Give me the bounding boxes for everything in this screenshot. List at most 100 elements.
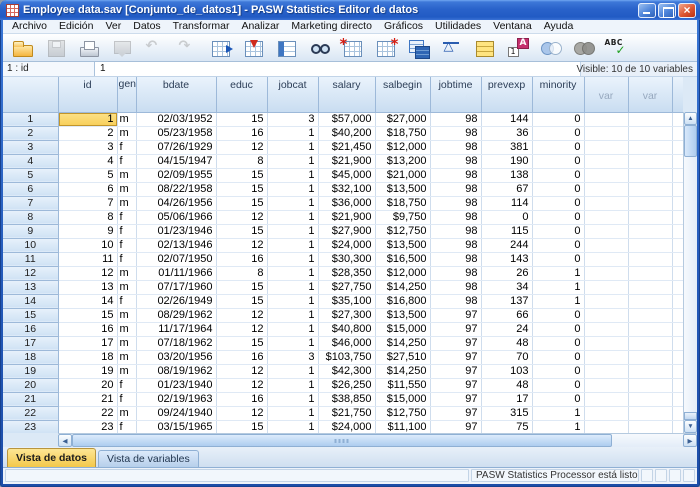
cell-jobcat-15[interactable]: 1 <box>267 308 318 322</box>
column-header-educ[interactable]: educ <box>216 77 267 112</box>
cell-minority-11[interactable]: 0 <box>532 252 584 266</box>
cell-gender-6[interactable]: m <box>117 182 136 196</box>
cell-educ-15[interactable]: 12 <box>216 308 267 322</box>
cell-salbegin-4[interactable]: $13,200 <box>375 154 430 168</box>
toolbar-button-value-labels[interactable] <box>501 35 534 60</box>
row-number-8[interactable]: 8 <box>3 210 58 224</box>
cell-salary-16[interactable]: $40,800 <box>318 322 375 336</box>
toolbar-button-select-cases[interactable] <box>468 35 501 60</box>
cell-id-21[interactable]: 21 <box>58 392 117 406</box>
cell-var1-7[interactable] <box>584 196 628 210</box>
cell-salbegin-5[interactable]: $21,000 <box>375 168 430 182</box>
cell-minority-22[interactable]: 1 <box>532 406 584 420</box>
cell-gender-7[interactable]: m <box>117 196 136 210</box>
cell-jobtime-19[interactable]: 97 <box>430 364 481 378</box>
cell-prevexp-16[interactable]: 24 <box>481 322 532 336</box>
cell-jobcat-13[interactable]: 1 <box>267 280 318 294</box>
cell-educ-14[interactable]: 15 <box>216 294 267 308</box>
cell-bdate-15[interactable]: 08/29/1962 <box>136 308 216 322</box>
cell-salary-10[interactable]: $24,000 <box>318 238 375 252</box>
cell-jobcat-2[interactable]: 1 <box>267 126 318 140</box>
cell-minority-9[interactable]: 0 <box>532 224 584 238</box>
cell-jobtime-14[interactable]: 98 <box>430 294 481 308</box>
menu-item-edici-n[interactable]: Edición <box>53 20 99 33</box>
menu-item-datos[interactable]: Datos <box>127 20 166 33</box>
cell-jobcat-8[interactable]: 1 <box>267 210 318 224</box>
cell-prevexp-21[interactable]: 17 <box>481 392 532 406</box>
cell-gender-14[interactable]: f <box>117 294 136 308</box>
cell-jobcat-16[interactable]: 1 <box>267 322 318 336</box>
cell-salbegin-16[interactable]: $15,000 <box>375 322 430 336</box>
cell-jobcat-6[interactable]: 1 <box>267 182 318 196</box>
cell-jobtime-15[interactable]: 97 <box>430 308 481 322</box>
cell-var2-13[interactable] <box>628 280 672 294</box>
cell-var1-17[interactable] <box>584 336 628 350</box>
cell-id-7[interactable]: 7 <box>58 196 117 210</box>
cell-minority-8[interactable]: 0 <box>532 210 584 224</box>
cell-id-1[interactable]: 1 <box>58 112 117 126</box>
cell-var1-3[interactable] <box>584 140 628 154</box>
row-number-5[interactable]: 5 <box>3 168 58 182</box>
cell-jobcat-3[interactable]: 1 <box>267 140 318 154</box>
cell-prevexp-3[interactable]: 381 <box>481 140 532 154</box>
cell-educ-3[interactable]: 12 <box>216 140 267 154</box>
cell-minority-7[interactable]: 0 <box>532 196 584 210</box>
cell-var2-1[interactable] <box>628 112 672 126</box>
cell-editor-field[interactable]: 1 <box>95 62 581 76</box>
cell-educ-18[interactable]: 16 <box>216 350 267 364</box>
cell-gender-10[interactable]: f <box>117 238 136 252</box>
cell-educ-9[interactable]: 15 <box>216 224 267 238</box>
cell-jobcat-1[interactable]: 3 <box>267 112 318 126</box>
cell-educ-20[interactable]: 12 <box>216 378 267 392</box>
cell-jobtime-1[interactable]: 98 <box>430 112 481 126</box>
cell-id-22[interactable]: 22 <box>58 406 117 420</box>
cell-jobcat-12[interactable]: 1 <box>267 266 318 280</box>
cell-minority-2[interactable]: 0 <box>532 126 584 140</box>
cell-minority-3[interactable]: 0 <box>532 140 584 154</box>
cell-salary-15[interactable]: $27,300 <box>318 308 375 322</box>
cell-var1-11[interactable] <box>584 252 628 266</box>
cell-gender-11[interactable]: f <box>117 252 136 266</box>
cell-jobcat-4[interactable]: 1 <box>267 154 318 168</box>
cell-var2-12[interactable] <box>628 266 672 280</box>
cell-jobcat-20[interactable]: 1 <box>267 378 318 392</box>
cell-salary-12[interactable]: $28,350 <box>318 266 375 280</box>
cell-educ-1[interactable]: 15 <box>216 112 267 126</box>
scroll-right-icon[interactable]: ▶ <box>683 434 697 447</box>
cell-var2-16[interactable] <box>628 322 672 336</box>
cell-bdate-19[interactable]: 08/19/1962 <box>136 364 216 378</box>
cell-var1-19[interactable] <box>584 364 628 378</box>
cell-id-3[interactable]: 3 <box>58 140 117 154</box>
cell-jobtime-6[interactable]: 98 <box>430 182 481 196</box>
column-header-prevexp[interactable]: prevexp <box>481 77 532 112</box>
cell-educ-23[interactable]: 15 <box>216 420 267 433</box>
toolbar-button-redo[interactable] <box>171 35 204 60</box>
cell-bdate-13[interactable]: 07/17/1960 <box>136 280 216 294</box>
cell-prevexp-9[interactable]: 115 <box>481 224 532 238</box>
cell-salbegin-11[interactable]: $16,500 <box>375 252 430 266</box>
cell-bdate-1[interactable]: 02/03/1952 <box>136 112 216 126</box>
horizontal-scrollbar-thumb[interactable] <box>72 434 612 447</box>
column-header-id[interactable]: id <box>58 77 117 112</box>
cell-minority-20[interactable]: 0 <box>532 378 584 392</box>
cell-salbegin-7[interactable]: $18,750 <box>375 196 430 210</box>
cell-jobcat-19[interactable]: 1 <box>267 364 318 378</box>
cell-jobcat-10[interactable]: 1 <box>267 238 318 252</box>
cell-prevexp-8[interactable]: 0 <box>481 210 532 224</box>
cell-jobtime-8[interactable]: 98 <box>430 210 481 224</box>
cell-minority-1[interactable]: 0 <box>532 112 584 126</box>
cell-id-17[interactable]: 17 <box>58 336 117 350</box>
cell-jobcat-5[interactable]: 1 <box>267 168 318 182</box>
toolbar-button-insert-variable[interactable] <box>369 35 402 60</box>
cell-id-15[interactable]: 15 <box>58 308 117 322</box>
cell-id-8[interactable]: 8 <box>58 210 117 224</box>
cell-prevexp-6[interactable]: 67 <box>481 182 532 196</box>
cell-jobtime-20[interactable]: 97 <box>430 378 481 392</box>
cell-var2-23[interactable] <box>628 420 672 433</box>
cell-bdate-9[interactable]: 01/23/1946 <box>136 224 216 238</box>
maximize-button[interactable] <box>658 3 676 18</box>
cell-salary-6[interactable]: $32,100 <box>318 182 375 196</box>
cell-salbegin-17[interactable]: $14,250 <box>375 336 430 350</box>
column-header-salbegin[interactable]: salbegin <box>375 77 430 112</box>
cell-educ-6[interactable]: 15 <box>216 182 267 196</box>
